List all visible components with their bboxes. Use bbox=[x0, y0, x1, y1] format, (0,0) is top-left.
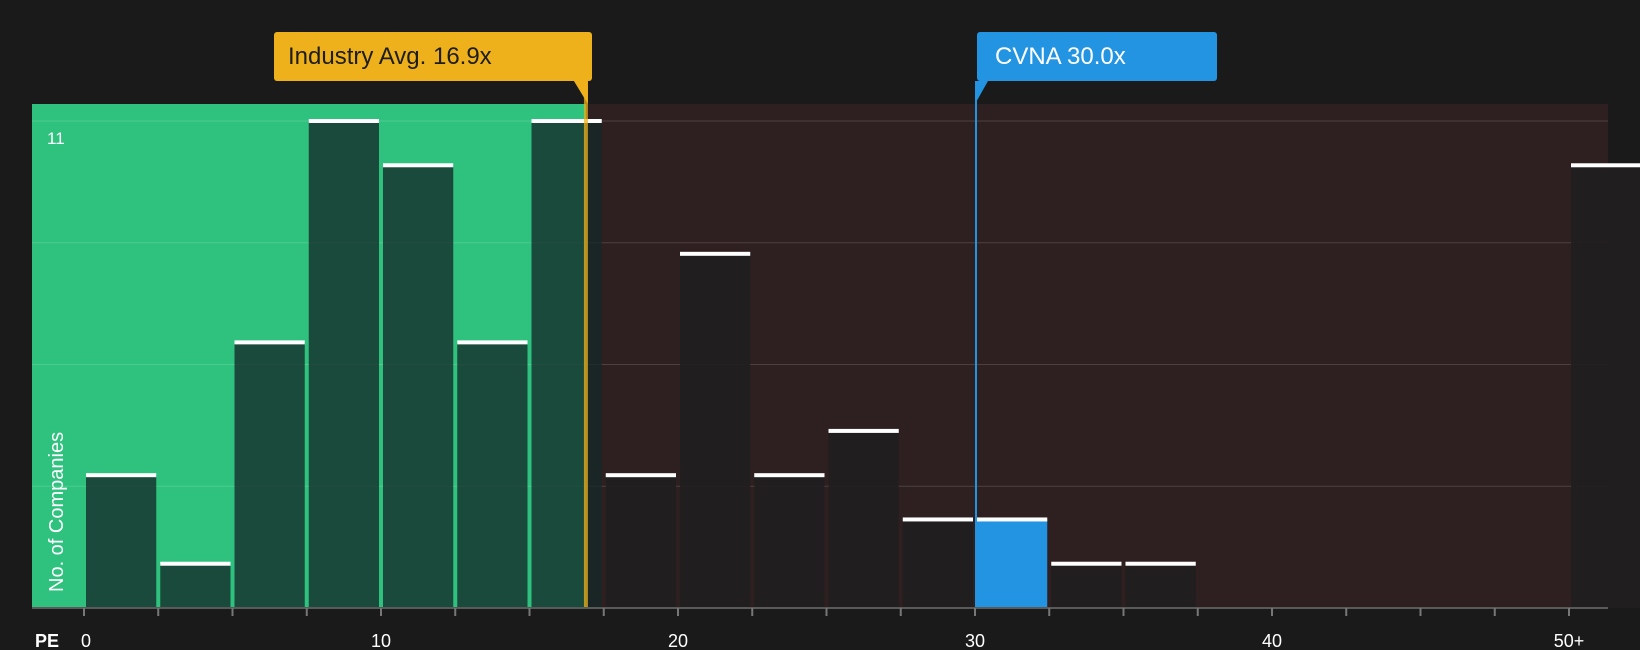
bar-cap bbox=[680, 251, 751, 256]
histogram-bar bbox=[308, 121, 379, 608]
bar-cap bbox=[531, 119, 602, 123]
industry-callout-pointer bbox=[573, 81, 588, 104]
histogram-bar bbox=[680, 253, 751, 608]
x-axis-title: PE bbox=[35, 631, 59, 650]
industry-average-callout: Industry Avg. 16.9x bbox=[274, 32, 592, 81]
y-tick-label-top: 11 bbox=[47, 129, 65, 148]
bar-cap bbox=[828, 428, 899, 433]
histogram-bar bbox=[86, 475, 157, 608]
company-pe-callout: CVNA 30.0x bbox=[977, 32, 1217, 81]
histogram-bar bbox=[1051, 563, 1122, 608]
x-tick-label: 50+ bbox=[1554, 631, 1585, 650]
bar-cap bbox=[605, 473, 676, 478]
industry-average-line bbox=[583, 81, 588, 608]
bar-cap bbox=[160, 561, 231, 566]
pe-distribution-chart: 0 10 20 30 40 50+ No. of Companies 11 PE bbox=[32, 81, 1640, 650]
y-axis-title: No. of Companies bbox=[46, 432, 68, 592]
histogram-bar bbox=[457, 342, 528, 608]
bar-cap bbox=[1571, 163, 1640, 168]
histogram-bar bbox=[1571, 165, 1640, 609]
histogram-bar bbox=[828, 430, 899, 608]
bar-cap bbox=[1051, 561, 1122, 566]
bar-cap bbox=[902, 517, 973, 522]
bar-cap bbox=[234, 340, 305, 345]
bar-cap bbox=[86, 473, 157, 478]
histogram-bar bbox=[977, 519, 1048, 608]
histogram-bar bbox=[754, 475, 825, 608]
histogram-bar bbox=[160, 563, 231, 608]
x-tick-label: 10 bbox=[371, 631, 391, 650]
histogram-bar bbox=[234, 342, 305, 608]
histogram-bar bbox=[383, 165, 454, 609]
x-tick-label: 30 bbox=[965, 631, 985, 650]
x-tick-label: 0 bbox=[81, 631, 91, 650]
histogram-bar bbox=[531, 121, 602, 608]
histogram-bar bbox=[1125, 563, 1196, 608]
company-pe-line bbox=[975, 81, 977, 608]
bar-cap bbox=[754, 473, 825, 478]
bar-cap bbox=[977, 517, 1048, 522]
bar-cap bbox=[308, 119, 379, 123]
histogram-bar bbox=[605, 475, 676, 608]
bar-cap bbox=[383, 163, 454, 168]
bar-cap bbox=[457, 340, 528, 345]
x-tick-label: 40 bbox=[1262, 631, 1282, 650]
histogram-bar bbox=[902, 519, 973, 608]
bar-cap bbox=[1125, 561, 1196, 566]
x-tick-label: 20 bbox=[668, 631, 688, 650]
